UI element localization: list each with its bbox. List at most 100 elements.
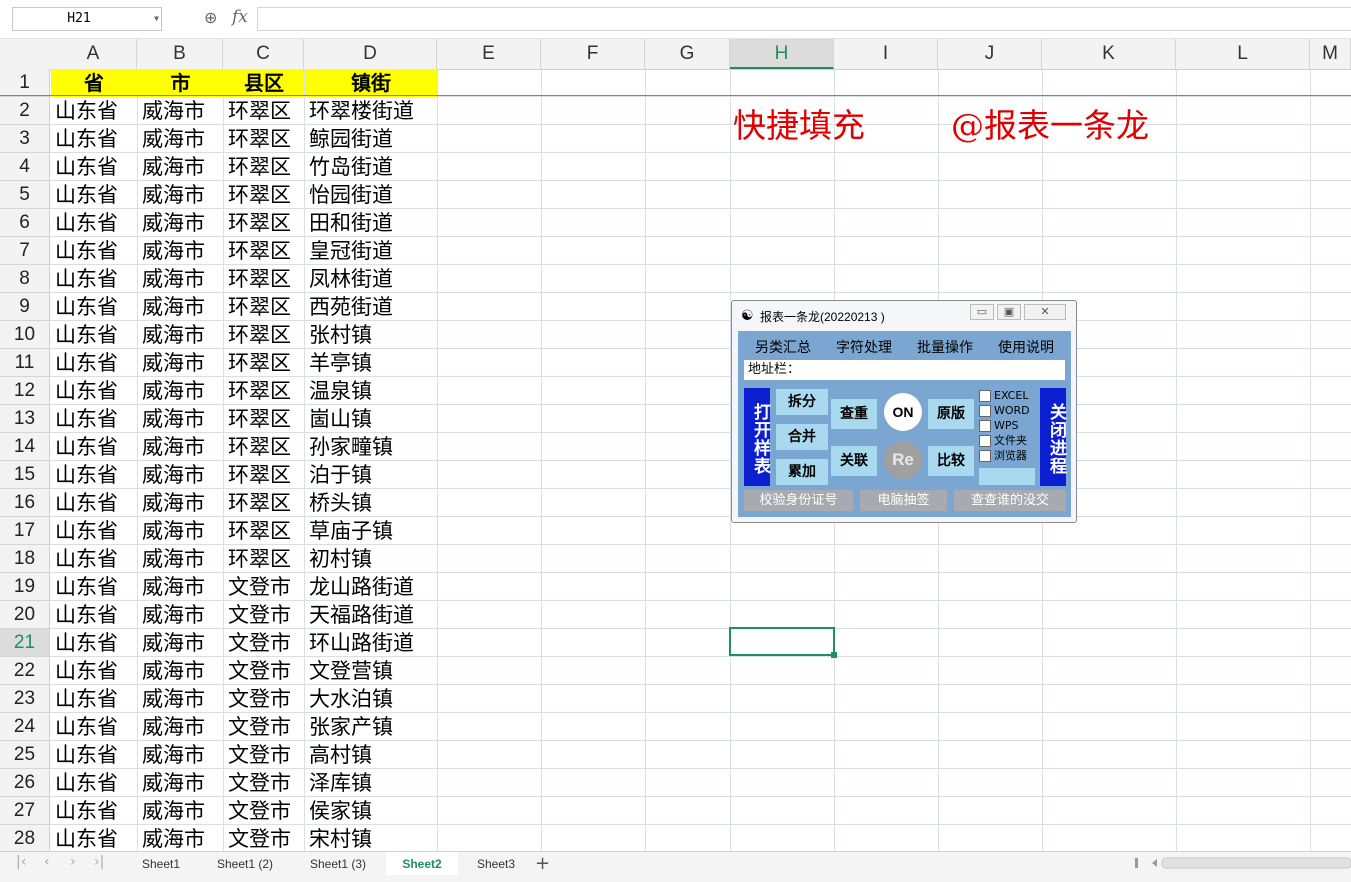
first-sheet-icon[interactable]: |‹ xyxy=(16,854,26,870)
cell-d14[interactable]: 孙家疃镇 xyxy=(304,433,437,461)
cell-a26[interactable]: 山东省 xyxy=(50,769,137,797)
row-header-25[interactable]: 25 xyxy=(0,741,50,769)
column-header-k[interactable]: K xyxy=(1042,39,1176,69)
cell-a24[interactable]: 山东省 xyxy=(50,713,137,741)
cell-d2[interactable]: 环翠楼街道 xyxy=(304,97,437,125)
cell-b26[interactable]: 威海市 xyxy=(137,769,223,797)
cell-b13[interactable]: 威海市 xyxy=(137,405,223,433)
cell-d6[interactable]: 田和街道 xyxy=(304,209,437,237)
cell-d10[interactable]: 张村镇 xyxy=(304,321,437,349)
cell-a19[interactable]: 山东省 xyxy=(50,573,137,601)
cell-b25[interactable]: 威海市 xyxy=(137,741,223,769)
column-header-l[interactable]: L xyxy=(1176,39,1310,69)
row-header-10[interactable]: 10 xyxy=(0,321,50,349)
original-button[interactable]: 原版 xyxy=(928,399,974,429)
cell-b12[interactable]: 威海市 xyxy=(137,377,223,405)
cell-d20[interactable]: 天福路街道 xyxy=(304,601,437,629)
cell-a9[interactable]: 山东省 xyxy=(50,293,137,321)
cell-c14[interactable]: 环翠区 xyxy=(223,433,304,461)
row-header-22[interactable]: 22 xyxy=(0,657,50,685)
row-header-9[interactable]: 9 xyxy=(0,293,50,321)
checkbox-folder[interactable]: 文件夹 xyxy=(979,434,1027,448)
row-header-8[interactable]: 8 xyxy=(0,265,50,293)
row-header-18[interactable]: 18 xyxy=(0,545,50,573)
on-button[interactable]: ON xyxy=(884,393,922,431)
cell-a15[interactable]: 山东省 xyxy=(50,461,137,489)
row-header-16[interactable]: 16 xyxy=(0,489,50,517)
cell-b24[interactable]: 威海市 xyxy=(137,713,223,741)
checkbox-excel[interactable]: EXCEL xyxy=(979,389,1028,403)
cell-b20[interactable]: 威海市 xyxy=(137,601,223,629)
cell-b2[interactable]: 威海市 xyxy=(137,97,223,125)
accumulate-button[interactable]: 累加 xyxy=(776,459,828,485)
row-header-26[interactable]: 26 xyxy=(0,769,50,797)
cell-d13[interactable]: 崮山镇 xyxy=(304,405,437,433)
selected-cell-h21[interactable] xyxy=(729,627,835,656)
formula-input[interactable] xyxy=(257,7,1351,31)
cell-a20[interactable]: 山东省 xyxy=(50,601,137,629)
cell-c12[interactable]: 环翠区 xyxy=(223,377,304,405)
cell-a25[interactable]: 山东省 xyxy=(50,741,137,769)
row-header-12[interactable]: 12 xyxy=(0,377,50,405)
cell-c28[interactable]: 文登市 xyxy=(223,825,304,853)
cell-d16[interactable]: 桥头镇 xyxy=(304,489,437,517)
cell-c16[interactable]: 环翠区 xyxy=(223,489,304,517)
close-process-button[interactable]: 关闭进程 xyxy=(1040,388,1066,486)
cell-a11[interactable]: 山东省 xyxy=(50,349,137,377)
last-sheet-icon[interactable]: ›| xyxy=(94,854,104,870)
cell-a6[interactable]: 山东省 xyxy=(50,209,137,237)
cell-b14[interactable]: 威海市 xyxy=(137,433,223,461)
cell-c26[interactable]: 文登市 xyxy=(223,769,304,797)
row-header-20[interactable]: 20 xyxy=(0,601,50,629)
compare-button[interactable]: 比较 xyxy=(928,446,974,476)
row-header-17[interactable]: 17 xyxy=(0,517,50,545)
column-header-j[interactable]: J xyxy=(938,39,1042,69)
address-field[interactable]: 地址栏： xyxy=(744,360,1065,380)
column-header-g[interactable]: G xyxy=(645,39,730,69)
cell-c3[interactable]: 环翠区 xyxy=(223,125,304,153)
split-button[interactable]: 拆分 xyxy=(776,389,828,415)
cell-d8[interactable]: 凤林街道 xyxy=(304,265,437,293)
cell-c23[interactable]: 文登市 xyxy=(223,685,304,713)
cell-b28[interactable]: 威海市 xyxy=(137,825,223,853)
cell-a12[interactable]: 山东省 xyxy=(50,377,137,405)
cell-c25[interactable]: 文登市 xyxy=(223,741,304,769)
next-sheet-icon[interactable]: › xyxy=(70,854,76,870)
cell-b8[interactable]: 威海市 xyxy=(137,265,223,293)
cell-b17[interactable]: 威海市 xyxy=(137,517,223,545)
cell-c19[interactable]: 文登市 xyxy=(223,573,304,601)
cell-c4[interactable]: 环翠区 xyxy=(223,153,304,181)
cell-d17[interactable]: 草庙子镇 xyxy=(304,517,437,545)
cell-c8[interactable]: 环翠区 xyxy=(223,265,304,293)
menu-instructions[interactable]: 使用说明 xyxy=(998,337,1054,357)
cell-a14[interactable]: 山东省 xyxy=(50,433,137,461)
open-sample-button[interactable]: 打开样表 xyxy=(744,388,770,486)
computer-lottery-button[interactable]: 电脑抽签 xyxy=(860,490,947,511)
cell-a4[interactable]: 山东省 xyxy=(50,153,137,181)
close-button[interactable]: ✕ xyxy=(1024,304,1066,320)
cell-b16[interactable]: 威海市 xyxy=(137,489,223,517)
cell-b15[interactable]: 威海市 xyxy=(137,461,223,489)
cell-d19[interactable]: 龙山路街道 xyxy=(304,573,437,601)
header-cell-district[interactable]: 县区 xyxy=(224,69,304,97)
row-header-3[interactable]: 3 xyxy=(0,125,50,153)
minimize-button[interactable]: ▭ xyxy=(970,304,994,320)
cell-b5[interactable]: 威海市 xyxy=(137,181,223,209)
column-header-c[interactable]: C xyxy=(223,39,304,69)
cell-a5[interactable]: 山东省 xyxy=(50,181,137,209)
merge-button[interactable]: 合并 xyxy=(776,424,828,450)
cell-c13[interactable]: 环翠区 xyxy=(223,405,304,433)
checkbox-browser[interactable]: 浏览器 xyxy=(979,449,1027,463)
column-header-b[interactable]: B xyxy=(137,39,223,69)
cell-c10[interactable]: 环翠区 xyxy=(223,321,304,349)
cell-b6[interactable]: 威海市 xyxy=(137,209,223,237)
cell-c24[interactable]: 文登市 xyxy=(223,713,304,741)
column-header-a[interactable]: A xyxy=(50,39,137,69)
cell-b22[interactable]: 威海市 xyxy=(137,657,223,685)
column-header-e[interactable]: E xyxy=(437,39,541,69)
cell-c7[interactable]: 环翠区 xyxy=(223,237,304,265)
column-header-h[interactable]: H xyxy=(730,39,834,69)
cell-a7[interactable]: 山东省 xyxy=(50,237,137,265)
tool-window-titlebar[interactable]: ☯ 报表一条龙(20220213 ) ▭ ▣ ✕ xyxy=(732,301,1076,329)
tab-sheet3[interactable]: Sheet3 xyxy=(460,852,532,876)
